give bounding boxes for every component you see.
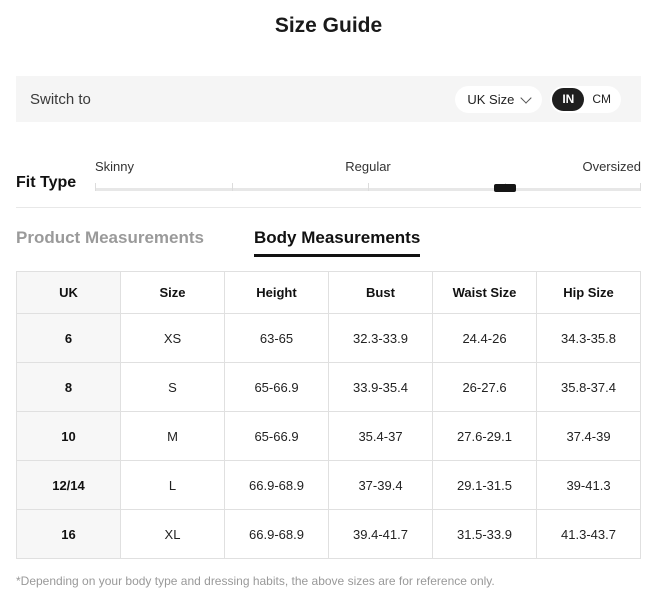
cell-bust: 33.9-35.4 [328,362,433,412]
fit-type-slider-handle[interactable] [493,184,516,192]
slider-tick [95,183,96,191]
cell-height: 66.9-68.9 [224,509,329,559]
unit-option-in[interactable]: IN [552,87,585,111]
cell-waist: 27.6-29.1 [432,411,537,461]
cell-hip: 35.8-37.4 [536,362,641,412]
unit-toggle[interactable]: IN CM [550,85,621,113]
switch-to-label: Switch to [30,90,91,108]
size-system-selected-value: UK Size [467,91,515,107]
cell-uk: 10 [16,411,121,461]
column-header-size: Size [120,271,225,314]
cell-bust: 39.4-41.7 [328,509,433,559]
slider-tick [231,183,233,191]
cell-bust: 32.3-33.9 [328,313,433,363]
switch-to-bar: Switch to UK Size IN CM [16,76,641,122]
cell-height: 66.9-68.9 [224,460,329,510]
slider-tick [368,183,369,191]
cell-bust: 35.4-37 [328,411,433,461]
body-measurements-table: UK Size Height Bust Waist Size Hip Size … [16,271,641,559]
chevron-down-icon [520,91,532,104]
size-guide-panel: Size Guide Switch to UK Size IN CM Fit T… [0,0,657,597]
cell-height: 63-65 [224,313,329,363]
cell-height: 65-66.9 [224,411,329,461]
column-header-bust: Bust [328,271,433,314]
fit-option-regular: Regular [345,159,391,174]
cell-size: M [120,411,225,461]
cell-size: XS [120,313,225,363]
cell-uk: 6 [16,313,121,363]
column-header-uk: UK [16,271,121,314]
cell-hip: 41.3-43.7 [536,509,641,559]
cell-size: L [120,460,225,510]
fit-type-track[interactable] [95,182,641,193]
table-row: 12/14 L 66.9-68.9 37-39.4 29.1-31.5 39-4… [16,460,641,510]
cell-height: 65-66.9 [224,362,329,412]
cell-uk: 12/14 [16,460,121,510]
cell-hip: 37.4-39 [536,411,641,461]
cell-hip: 34.3-35.8 [536,313,641,363]
unit-option-cm[interactable]: CM [584,88,619,111]
column-header-height: Height [224,271,329,314]
table-row: 10 M 65-66.9 35.4-37 27.6-29.1 37.4-39 [16,411,641,461]
fit-type-option-labels: Skinny Regular Oversized [95,159,641,174]
tab-body-measurements[interactable]: Body Measurements [254,228,421,257]
cell-waist: 29.1-31.5 [432,460,537,510]
measurement-tabs: Product Measurements Body Measurements [16,228,641,257]
reference-footnote: *Depending on your body type and dressin… [16,574,495,588]
slider-tick [640,183,641,191]
cell-waist: 24.4-26 [432,313,537,363]
cell-hip: 39-41.3 [536,460,641,510]
column-header-hip-size: Hip Size [536,271,641,314]
cell-waist: 31.5-33.9 [432,509,537,559]
size-system-dropdown[interactable]: UK Size [455,85,543,113]
fit-option-oversized: Oversized [582,159,641,174]
tab-product-measurements[interactable]: Product Measurements [16,228,204,257]
cell-uk: 16 [16,509,121,559]
cell-size: XL [120,509,225,559]
fit-type-label: Fit Type [16,174,77,191]
fit-type-slider[interactable]: Skinny Regular Oversized [95,159,641,193]
cell-size: S [120,362,225,412]
cell-uk: 8 [16,362,121,412]
switch-controls: UK Size IN CM [455,85,621,113]
table-row: 6 XS 63-65 32.3-33.9 24.4-26 34.3-35.8 [16,313,641,363]
table-row: 8 S 65-66.9 33.9-35.4 26-27.6 35.8-37.4 [16,362,641,412]
page-title: Size Guide [274,14,383,37]
column-header-waist-size: Waist Size [432,271,537,314]
fit-type-section: Fit Type Skinny Regular Oversized [16,159,641,193]
cell-bust: 37-39.4 [328,460,433,510]
table-header-row: UK Size Height Bust Waist Size Hip Size [16,271,641,314]
fit-option-skinny: Skinny [95,159,135,174]
section-divider [16,207,641,208]
table-row: 16 XL 66.9-68.9 39.4-41.7 31.5-33.9 41.3… [16,509,641,559]
cell-waist: 26-27.6 [432,362,537,412]
